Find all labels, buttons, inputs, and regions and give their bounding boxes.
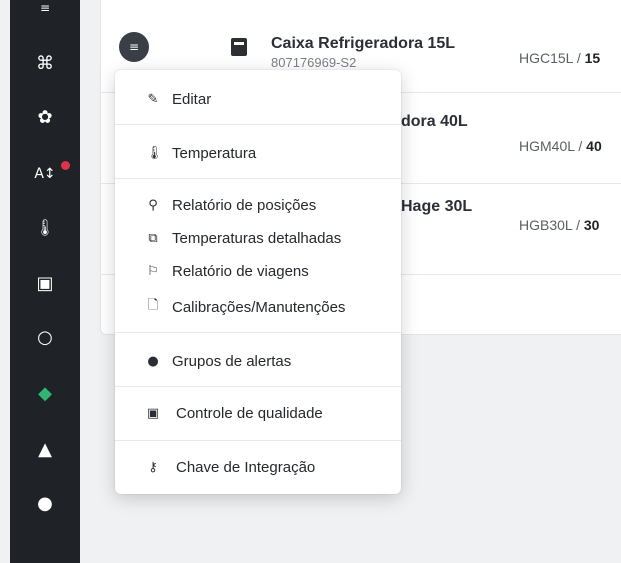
device-id: 807176969-S2 <box>271 55 357 70</box>
menu-item-label: Temperaturas detalhadas <box>172 229 342 247</box>
menu-divider <box>115 332 401 333</box>
device-icon <box>231 38 247 56</box>
device-name: dora 40L <box>401 113 468 130</box>
menu-item-chave-integracao[interactable]: ⚷ Chave de Integração <box>115 454 401 480</box>
menu-item-label: Chave de Integração <box>176 458 316 476</box>
integration-key-icon: ⚷ <box>148 459 158 475</box>
menu-item-label: Temperatura <box>172 144 257 162</box>
command-icon[interactable]: ⌘ <box>10 50 80 78</box>
edit-icon: ✎ <box>147 91 159 107</box>
thermometer-icon: 🌡 <box>146 145 163 161</box>
menu-item-editar[interactable]: ✎ Editar <box>115 86 401 112</box>
thermometer-icon[interactable]: 🌡 <box>10 214 80 242</box>
menu-item-calibracoes[interactable]: 🗋 Calibrações/Manutenções <box>115 294 401 320</box>
device-name: Caixa Refrigeradora 15L <box>271 35 456 52</box>
user-icon[interactable]: ● <box>10 490 80 518</box>
menu-item-label: Editar <box>172 90 212 108</box>
menu-item-label: Calibrações/Manutenções <box>172 298 346 316</box>
analytics-icon[interactable]: ≡ <box>10 2 80 14</box>
quality-control-icon: ▣ <box>146 405 160 421</box>
menu-item-label: Grupos de alertas <box>172 352 292 370</box>
menu-item-label: Controle de qualidade <box>176 404 323 422</box>
menu-item-temperaturas-detalhadas[interactable]: ⧉ Temperaturas detalhadas <box>115 225 401 251</box>
menu-divider <box>115 440 401 441</box>
row-actions-menu: ✎ Editar 🌡 Temperatura ⚲ Relatório de po… <box>115 70 401 494</box>
position-report-icon: ⚲ <box>148 197 158 213</box>
box-icon[interactable]: ▣ <box>10 270 80 298</box>
device-model: HGM40L / 40 <box>519 138 602 154</box>
menu-item-label: Relatório de posições <box>172 196 317 214</box>
alert-groups-icon: ● <box>147 353 159 369</box>
warning-icon[interactable]: ▲ <box>10 436 80 464</box>
menu-item-label: Relatório de viagens <box>172 262 309 280</box>
sidebar: ≡ ⌘ ✿ A↕ 🌡 ▣ ○ ◆ ▲ ● <box>10 0 80 563</box>
detailed-temps-icon: ⧉ <box>148 230 158 246</box>
row-menu-button[interactable]: ≡ <box>119 32 149 62</box>
menu-item-relatorio-posicoes[interactable]: ⚲ Relatório de posições <box>115 192 401 218</box>
menu-item-temperatura[interactable]: 🌡 Temperatura <box>115 140 401 166</box>
menu-divider <box>115 124 401 125</box>
menu-divider <box>115 386 401 387</box>
diamond-icon[interactable]: ◆ <box>10 380 80 408</box>
device-name: Hage 30L <box>401 198 473 215</box>
trip-report-icon: ⚐ <box>147 263 159 279</box>
menu-item-relatorio-viagens[interactable]: ⚐ Relatório de viagens <box>115 258 401 284</box>
menu-item-controle-qualidade[interactable]: ▣ Controle de qualidade <box>115 400 401 426</box>
menu-item-grupos-alertas[interactable]: ● Grupos de alertas <box>115 348 401 374</box>
flower-icon[interactable]: ✿ <box>10 104 80 132</box>
device-model: HGB30L / 30 <box>519 217 600 233</box>
notification-badge <box>61 161 70 170</box>
circle-icon[interactable]: ○ <box>10 324 80 352</box>
menu-divider <box>115 178 401 179</box>
device-model: HGC15L / 15 <box>519 50 601 66</box>
calibration-icon: 🗋 <box>147 298 159 313</box>
